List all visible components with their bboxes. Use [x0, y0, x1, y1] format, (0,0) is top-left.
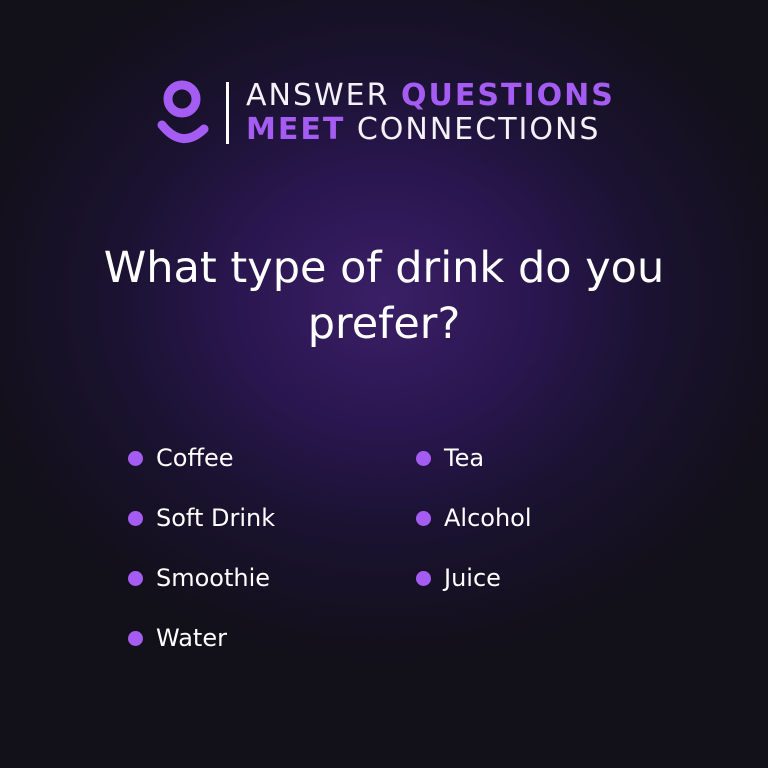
- option-label: Juice: [444, 564, 501, 592]
- question-line-2: prefer?: [307, 299, 461, 349]
- option-label: Water: [156, 624, 227, 652]
- option-label: Tea: [444, 444, 485, 472]
- brand-tagline: ANSWER QUESTIONS MEET CONNECTIONS: [246, 79, 615, 147]
- brand-header: ANSWER QUESTIONS MEET CONNECTIONS: [156, 78, 615, 148]
- option-label: Soft Drink: [156, 504, 276, 532]
- option-label: Alcohol: [444, 504, 532, 532]
- option-tea[interactable]: Tea: [416, 440, 484, 476]
- answer-options: Coffee Soft Drink Smoothie Water Tea Alc…: [128, 440, 688, 670]
- bullet-dot-icon: [128, 510, 143, 526]
- person-icon: [156, 78, 210, 148]
- brand-divider: [226, 82, 229, 144]
- tagline-questions: QUESTIONS: [401, 78, 615, 113]
- option-coffee[interactable]: Coffee: [128, 440, 234, 476]
- question-title: What type of drink do you prefer?: [60, 240, 708, 352]
- bullet-dot-icon: [128, 630, 143, 646]
- tagline-meet: MEET: [246, 112, 346, 147]
- option-label: Smoothie: [156, 564, 271, 592]
- option-water[interactable]: Water: [128, 620, 227, 656]
- bullet-dot-icon: [128, 570, 143, 586]
- option-juice[interactable]: Juice: [416, 560, 501, 596]
- tagline-line-2: MEET CONNECTIONS: [246, 113, 615, 147]
- bullet-dot-icon: [416, 510, 431, 526]
- bullet-dot-icon: [416, 450, 431, 466]
- option-label: Coffee: [156, 444, 234, 472]
- bullet-dot-icon: [128, 450, 143, 466]
- option-alcohol[interactable]: Alcohol: [416, 500, 532, 536]
- question-line-1: What type of drink do you: [103, 243, 665, 293]
- tagline-connections: CONNECTIONS: [356, 112, 601, 147]
- option-soft-drink[interactable]: Soft Drink: [128, 500, 275, 536]
- option-smoothie[interactable]: Smoothie: [128, 560, 270, 596]
- tagline-line-1: ANSWER QUESTIONS: [246, 79, 615, 113]
- bullet-dot-icon: [416, 570, 431, 586]
- tagline-answer: ANSWER: [246, 78, 390, 113]
